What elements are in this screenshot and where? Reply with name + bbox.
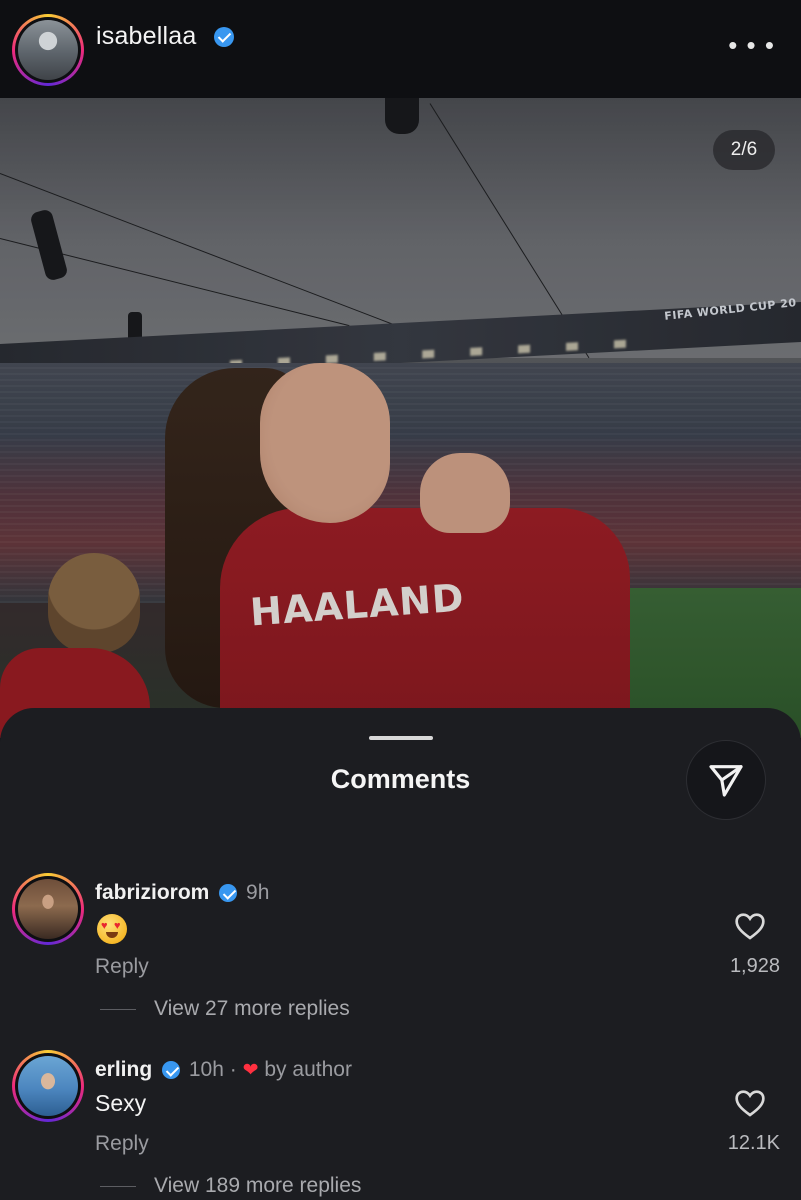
comments-sheet: Comments fabriziorom 9h ♥ ♥ Reply 1,928 … bbox=[0, 708, 801, 1200]
comment-item: erling 10h · ❤ by author Sexy Reply 12.1… bbox=[0, 1050, 801, 1200]
share-button[interactable] bbox=[686, 740, 766, 820]
instagram-post-screen: isabellaa • • • FIFA WORLD CUP 20 HAALAN… bbox=[0, 0, 801, 1200]
reply-button[interactable]: Reply bbox=[95, 955, 149, 979]
commenter-username[interactable]: fabriziorom bbox=[95, 881, 209, 904]
author-heart-icon: ❤ bbox=[242, 1060, 259, 1081]
liked-by-author-label: by author bbox=[264, 1058, 352, 1081]
sheet-grabber-handle[interactable] bbox=[369, 736, 433, 740]
paper-plane-icon bbox=[709, 765, 743, 797]
post-photo[interactable]: FIFA WORLD CUP 20 HAALAND bbox=[0, 98, 801, 738]
comment-text: Sexy bbox=[95, 1090, 147, 1116]
like-count: 1,928 bbox=[729, 955, 780, 977]
heart-eyes-emoji: ♥ ♥ bbox=[97, 914, 127, 944]
verified-badge-icon bbox=[214, 27, 234, 47]
post-header: isabellaa • • • bbox=[0, 0, 801, 98]
commenter-avatar[interactable] bbox=[12, 873, 84, 945]
heart-outline-icon[interactable] bbox=[734, 911, 766, 941]
poster-username[interactable]: isabellaa bbox=[96, 22, 196, 51]
sheet-title: Comments bbox=[330, 764, 471, 794]
verified-badge-icon bbox=[219, 884, 238, 903]
poster-avatar[interactable] bbox=[12, 14, 84, 86]
view-more-replies[interactable]: View 27 more replies bbox=[100, 997, 350, 1021]
more-horizontal-icon[interactable]: • • • bbox=[728, 32, 775, 58]
comment-meta: fabriziorom 9h bbox=[95, 881, 269, 905]
verified-badge-icon bbox=[162, 1061, 181, 1080]
comment-time: 9h bbox=[246, 881, 270, 904]
commenter-avatar[interactable] bbox=[12, 1050, 84, 1122]
commenter-username[interactable]: erling bbox=[95, 1058, 152, 1081]
reply-button[interactable]: Reply bbox=[95, 1132, 149, 1156]
comment-time: 10h bbox=[188, 1058, 224, 1081]
meta-separator: · bbox=[229, 1058, 237, 1081]
view-more-replies[interactable]: View 189 more replies bbox=[100, 1174, 361, 1198]
like-count: 12.1K bbox=[727, 1132, 780, 1154]
heart-outline-icon[interactable] bbox=[734, 1088, 766, 1118]
comment-item: fabriziorom 9h ♥ ♥ Reply 1,928 View 27 m… bbox=[0, 873, 801, 1033]
comment-meta: erling 10h · ❤ by author bbox=[95, 1058, 352, 1082]
carousel-counter: 2/6 bbox=[713, 130, 775, 170]
